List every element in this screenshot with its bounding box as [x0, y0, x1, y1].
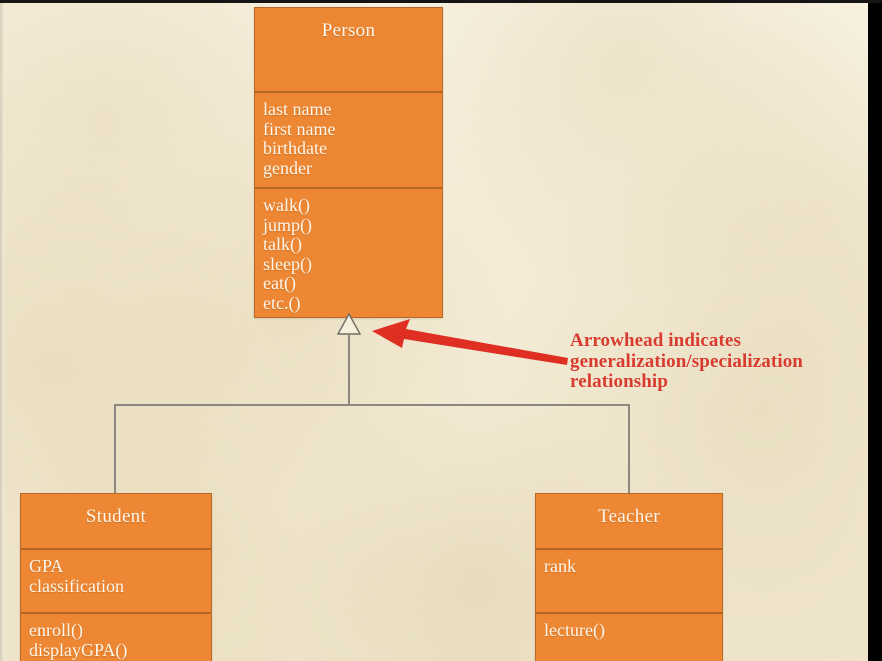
- student-operations-compartment: enroll() displayGPA(): [21, 612, 211, 661]
- list-item: eat(): [263, 273, 296, 293]
- red-callout-arrow-icon: [372, 314, 572, 376]
- uml-class-person[interactable]: Person last name first name birthdate ge…: [254, 7, 443, 318]
- teacher-class-name: Teacher: [598, 506, 660, 527]
- list-item: enroll(): [29, 620, 83, 640]
- teacher-operations-compartment: lecture(): [536, 612, 722, 661]
- person-operations-compartment: walk() jump() talk() sleep() eat() etc.(…: [255, 187, 442, 317]
- teacher-attributes-compartment: rank: [536, 548, 722, 612]
- list-item: sleep(): [263, 253, 312, 274]
- frame-left-gutter: [0, 3, 5, 661]
- annotation-line-3: relationship: [570, 371, 668, 392]
- list-item: birthdate: [263, 138, 327, 158]
- generalization-arrowhead-icon: [336, 312, 362, 335]
- connector-drop-student: [114, 404, 116, 494]
- annotation-callout-text: Arrowhead indicates generalization/speci…: [570, 330, 870, 393]
- student-attribute-list: GPA classification: [21, 550, 211, 596]
- annotation-line-1: Arrowhead indicates: [570, 330, 741, 351]
- person-attributes-compartment: last name first name birthdate gender: [255, 91, 442, 187]
- list-item: first name: [263, 118, 336, 139]
- student-class-name: Student: [85, 506, 147, 527]
- list-item: rank: [544, 556, 576, 576]
- teacher-attribute-list: rank: [536, 550, 722, 577]
- student-operation-list: enroll() displayGPA(): [21, 614, 211, 660]
- list-item: jump(): [263, 214, 312, 235]
- uml-class-student[interactable]: Student GPA classification enroll() disp…: [20, 493, 212, 661]
- list-item: walk(): [263, 195, 310, 215]
- list-item: last name: [263, 99, 332, 119]
- connector-stem-vertical: [348, 333, 350, 405]
- teacher-name-compartment: Teacher: [536, 494, 722, 548]
- connector-bus-horizontal: [114, 404, 629, 406]
- frame-top-strip: [0, 0, 882, 3]
- teacher-operation-list: lecture(): [536, 614, 722, 641]
- person-operation-list: walk() jump() talk() sleep() eat() etc.(…: [255, 189, 442, 313]
- list-item: classification: [29, 575, 124, 596]
- list-item: talk(): [263, 234, 302, 254]
- person-attribute-list: last name first name birthdate gender: [255, 93, 442, 178]
- student-attributes-compartment: GPA classification: [21, 548, 211, 612]
- person-name-compartment: Person: [255, 8, 442, 91]
- list-item: GPA: [29, 556, 64, 576]
- list-item: gender: [263, 157, 312, 178]
- person-class-name: Person: [321, 20, 376, 41]
- student-name-compartment: Student: [21, 494, 211, 548]
- slide-canvas: Person last name first name birthdate ge…: [0, 0, 882, 661]
- annotation-line-2: generalization/specialization: [570, 350, 803, 372]
- list-item: lecture(): [544, 620, 605, 640]
- slide-surface: Person last name first name birthdate ge…: [0, 2, 868, 661]
- list-item: displayGPA(): [29, 639, 128, 660]
- uml-class-teacher[interactable]: Teacher rank lecture(): [535, 493, 723, 661]
- list-item: etc.(): [263, 292, 301, 313]
- connector-drop-teacher: [628, 404, 630, 494]
